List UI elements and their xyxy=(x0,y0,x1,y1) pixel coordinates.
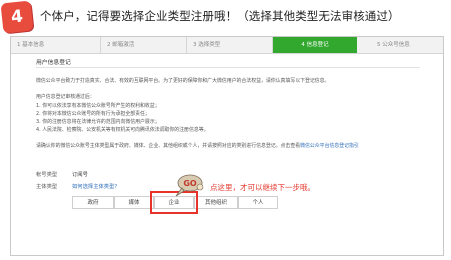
pointing-mascot-icon: GO xyxy=(175,174,204,197)
type-option-individual[interactable]: 个人 xyxy=(238,196,278,209)
step-number-badge: 4 xyxy=(0,0,34,34)
account-type-label: 帐号类型 xyxy=(36,172,58,178)
subject-type-label: 主体类型 xyxy=(36,184,58,190)
step-account-info: 5 公众号信息 xyxy=(357,37,443,53)
confirm-text: 请确认你的微信公众账号主体类型属于政府、媒体、企业、其他组织或个人，并请按照对应… xyxy=(36,142,359,149)
step-info-registration: 4 信息登记 xyxy=(273,37,357,53)
intro-text: 微信公众平台致力于打造真实、合法、有效的互联网平台。为了更好的保障你和广大微信用… xyxy=(36,78,330,84)
notice-item: 4. 人民法院、检察院、公安机关等有权机关可向腾讯依法调取你的注册信息等。 xyxy=(36,127,209,133)
section-title: 用户信息登记 xyxy=(36,60,71,66)
go-sign-text: GO xyxy=(183,179,197,188)
registration-guide-link[interactable]: 微信公众平台信息登记指引 xyxy=(300,143,359,149)
how-to-choose-link[interactable]: 如何选择主体类型？ xyxy=(72,182,120,190)
step-progress-bar: 1 基本信息 2 邮箱激活 3 选择类型 4 信息登记 5 公众号信息 xyxy=(11,37,443,54)
confirm-text-body: 请确认你的微信公众账号主体类型属于政府、媒体、企业、其他组织或个人，并请按照对应… xyxy=(36,143,301,149)
instruction-callout: 点这里，才可以继续下一步哦。 xyxy=(210,183,315,192)
step-email-activation: 2 邮箱激活 xyxy=(101,37,187,53)
notice-item: 3. 你的注册信息将在法律允许的范围内向微信用户展示； xyxy=(36,119,160,125)
type-option-media[interactable]: 媒体 xyxy=(114,196,154,209)
page-title: 个体户，记得要选择企业类型注册哦！（选择其他类型无法审核通过） xyxy=(40,9,400,23)
step-label: 5 公众号信息 xyxy=(377,42,410,48)
step-label: 4 信息登记 xyxy=(301,42,329,48)
step-label: 1 基本信息 xyxy=(17,42,45,48)
notice-item: 2. 你将对本微信公众账号的所有行为承担全部责任； xyxy=(36,111,150,117)
step-label: 2 邮箱激活 xyxy=(107,42,135,48)
notice-title: 用户信息登记审核通过后： xyxy=(36,94,95,100)
step-label: 3 选择类型 xyxy=(193,42,221,48)
step-select-type: 3 选择类型 xyxy=(187,37,273,53)
divider xyxy=(36,67,420,68)
step-basic-info: 1 基本信息 xyxy=(11,37,101,53)
type-option-government[interactable]: 政府 xyxy=(72,196,114,209)
notice-item: 1. 你可以依法享有本微信公众账号所产生的权利和收益； xyxy=(36,103,160,109)
account-type-value: 订阅号 xyxy=(72,172,88,178)
